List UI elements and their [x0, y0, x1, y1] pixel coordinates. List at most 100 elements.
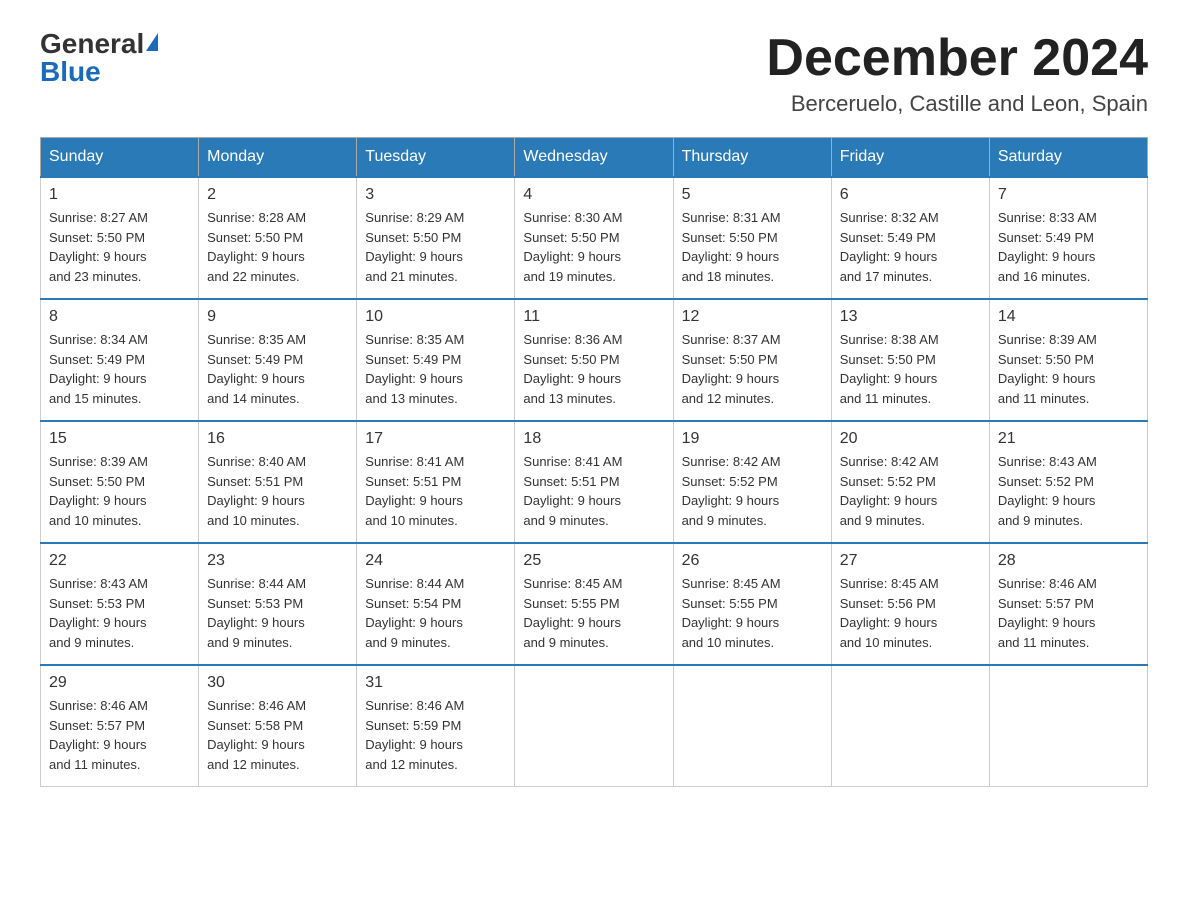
- day-info: Sunrise: 8:41 AM Sunset: 5:51 PM Dayligh…: [523, 452, 664, 530]
- calendar-cell: 20 Sunrise: 8:42 AM Sunset: 5:52 PM Dayl…: [831, 421, 989, 543]
- weekday-header-friday: Friday: [831, 138, 989, 178]
- calendar-week-row: 15 Sunrise: 8:39 AM Sunset: 5:50 PM Dayl…: [41, 421, 1148, 543]
- logo: General Blue: [40, 30, 158, 86]
- weekday-header-thursday: Thursday: [673, 138, 831, 178]
- day-number: 20: [840, 430, 981, 448]
- weekday-header-wednesday: Wednesday: [515, 138, 673, 178]
- calendar-cell: 2 Sunrise: 8:28 AM Sunset: 5:50 PM Dayli…: [199, 177, 357, 299]
- day-info: Sunrise: 8:29 AM Sunset: 5:50 PM Dayligh…: [365, 208, 506, 286]
- calendar-cell: [515, 665, 673, 787]
- location-subtitle: Berceruelo, Castille and Leon, Spain: [766, 91, 1148, 117]
- day-info: Sunrise: 8:35 AM Sunset: 5:49 PM Dayligh…: [207, 330, 348, 408]
- day-number: 22: [49, 552, 190, 570]
- day-number: 7: [998, 186, 1139, 204]
- day-info: Sunrise: 8:36 AM Sunset: 5:50 PM Dayligh…: [523, 330, 664, 408]
- day-info: Sunrise: 8:46 AM Sunset: 5:59 PM Dayligh…: [365, 696, 506, 774]
- day-number: 4: [523, 186, 664, 204]
- calendar-cell: [831, 665, 989, 787]
- day-number: 30: [207, 674, 348, 692]
- calendar-cell: 18 Sunrise: 8:41 AM Sunset: 5:51 PM Dayl…: [515, 421, 673, 543]
- day-info: Sunrise: 8:35 AM Sunset: 5:49 PM Dayligh…: [365, 330, 506, 408]
- day-number: 5: [682, 186, 823, 204]
- calendar-cell: 1 Sunrise: 8:27 AM Sunset: 5:50 PM Dayli…: [41, 177, 199, 299]
- day-info: Sunrise: 8:32 AM Sunset: 5:49 PM Dayligh…: [840, 208, 981, 286]
- day-number: 19: [682, 430, 823, 448]
- day-number: 28: [998, 552, 1139, 570]
- day-number: 25: [523, 552, 664, 570]
- calendar-cell: 19 Sunrise: 8:42 AM Sunset: 5:52 PM Dayl…: [673, 421, 831, 543]
- weekday-header-sunday: Sunday: [41, 138, 199, 178]
- logo-general-text: General: [40, 30, 144, 58]
- day-number: 3: [365, 186, 506, 204]
- calendar-cell: 25 Sunrise: 8:45 AM Sunset: 5:55 PM Dayl…: [515, 543, 673, 665]
- calendar-cell: 15 Sunrise: 8:39 AM Sunset: 5:50 PM Dayl…: [41, 421, 199, 543]
- day-number: 24: [365, 552, 506, 570]
- title-block: December 2024 Berceruelo, Castille and L…: [766, 30, 1148, 117]
- day-info: Sunrise: 8:42 AM Sunset: 5:52 PM Dayligh…: [840, 452, 981, 530]
- day-info: Sunrise: 8:33 AM Sunset: 5:49 PM Dayligh…: [998, 208, 1139, 286]
- day-number: 8: [49, 308, 190, 326]
- calendar-cell: 7 Sunrise: 8:33 AM Sunset: 5:49 PM Dayli…: [989, 177, 1147, 299]
- calendar-cell: 5 Sunrise: 8:31 AM Sunset: 5:50 PM Dayli…: [673, 177, 831, 299]
- day-info: Sunrise: 8:28 AM Sunset: 5:50 PM Dayligh…: [207, 208, 348, 286]
- day-number: 17: [365, 430, 506, 448]
- calendar-cell: 17 Sunrise: 8:41 AM Sunset: 5:51 PM Dayl…: [357, 421, 515, 543]
- day-info: Sunrise: 8:31 AM Sunset: 5:50 PM Dayligh…: [682, 208, 823, 286]
- day-info: Sunrise: 8:45 AM Sunset: 5:55 PM Dayligh…: [682, 574, 823, 652]
- calendar-cell: 8 Sunrise: 8:34 AM Sunset: 5:49 PM Dayli…: [41, 299, 199, 421]
- day-number: 18: [523, 430, 664, 448]
- day-number: 14: [998, 308, 1139, 326]
- calendar-week-row: 1 Sunrise: 8:27 AM Sunset: 5:50 PM Dayli…: [41, 177, 1148, 299]
- logo-triangle-icon: [146, 33, 158, 51]
- day-info: Sunrise: 8:39 AM Sunset: 5:50 PM Dayligh…: [998, 330, 1139, 408]
- calendar-week-row: 22 Sunrise: 8:43 AM Sunset: 5:53 PM Dayl…: [41, 543, 1148, 665]
- month-title: December 2024: [766, 30, 1148, 87]
- day-info: Sunrise: 8:45 AM Sunset: 5:55 PM Dayligh…: [523, 574, 664, 652]
- calendar-cell: 14 Sunrise: 8:39 AM Sunset: 5:50 PM Dayl…: [989, 299, 1147, 421]
- page-header: General Blue December 2024 Berceruelo, C…: [40, 30, 1148, 117]
- day-number: 27: [840, 552, 981, 570]
- calendar-cell: [673, 665, 831, 787]
- calendar-week-row: 8 Sunrise: 8:34 AM Sunset: 5:49 PM Dayli…: [41, 299, 1148, 421]
- calendar-cell: 29 Sunrise: 8:46 AM Sunset: 5:57 PM Dayl…: [41, 665, 199, 787]
- day-number: 1: [49, 186, 190, 204]
- day-info: Sunrise: 8:43 AM Sunset: 5:52 PM Dayligh…: [998, 452, 1139, 530]
- weekday-header-row: SundayMondayTuesdayWednesdayThursdayFrid…: [41, 138, 1148, 178]
- day-info: Sunrise: 8:30 AM Sunset: 5:50 PM Dayligh…: [523, 208, 664, 286]
- day-number: 12: [682, 308, 823, 326]
- calendar-cell: 12 Sunrise: 8:37 AM Sunset: 5:50 PM Dayl…: [673, 299, 831, 421]
- day-number: 29: [49, 674, 190, 692]
- calendar-cell: 10 Sunrise: 8:35 AM Sunset: 5:49 PM Dayl…: [357, 299, 515, 421]
- calendar-cell: 21 Sunrise: 8:43 AM Sunset: 5:52 PM Dayl…: [989, 421, 1147, 543]
- weekday-header-monday: Monday: [199, 138, 357, 178]
- calendar-cell: 13 Sunrise: 8:38 AM Sunset: 5:50 PM Dayl…: [831, 299, 989, 421]
- calendar-cell: 28 Sunrise: 8:46 AM Sunset: 5:57 PM Dayl…: [989, 543, 1147, 665]
- day-info: Sunrise: 8:46 AM Sunset: 5:58 PM Dayligh…: [207, 696, 348, 774]
- day-number: 13: [840, 308, 981, 326]
- calendar-cell: 31 Sunrise: 8:46 AM Sunset: 5:59 PM Dayl…: [357, 665, 515, 787]
- calendar-cell: 9 Sunrise: 8:35 AM Sunset: 5:49 PM Dayli…: [199, 299, 357, 421]
- calendar-cell: [989, 665, 1147, 787]
- day-number: 21: [998, 430, 1139, 448]
- day-number: 9: [207, 308, 348, 326]
- day-number: 10: [365, 308, 506, 326]
- calendar-cell: 22 Sunrise: 8:43 AM Sunset: 5:53 PM Dayl…: [41, 543, 199, 665]
- day-info: Sunrise: 8:34 AM Sunset: 5:49 PM Dayligh…: [49, 330, 190, 408]
- day-number: 26: [682, 552, 823, 570]
- day-info: Sunrise: 8:45 AM Sunset: 5:56 PM Dayligh…: [840, 574, 981, 652]
- day-number: 15: [49, 430, 190, 448]
- day-info: Sunrise: 8:43 AM Sunset: 5:53 PM Dayligh…: [49, 574, 190, 652]
- weekday-header-saturday: Saturday: [989, 138, 1147, 178]
- weekday-header-tuesday: Tuesday: [357, 138, 515, 178]
- calendar-cell: 4 Sunrise: 8:30 AM Sunset: 5:50 PM Dayli…: [515, 177, 673, 299]
- day-number: 11: [523, 308, 664, 326]
- calendar-cell: 3 Sunrise: 8:29 AM Sunset: 5:50 PM Dayli…: [357, 177, 515, 299]
- day-number: 16: [207, 430, 348, 448]
- day-info: Sunrise: 8:44 AM Sunset: 5:53 PM Dayligh…: [207, 574, 348, 652]
- logo-blue-text: Blue: [40, 58, 101, 86]
- day-info: Sunrise: 8:46 AM Sunset: 5:57 PM Dayligh…: [998, 574, 1139, 652]
- day-info: Sunrise: 8:40 AM Sunset: 5:51 PM Dayligh…: [207, 452, 348, 530]
- day-number: 23: [207, 552, 348, 570]
- calendar-cell: 24 Sunrise: 8:44 AM Sunset: 5:54 PM Dayl…: [357, 543, 515, 665]
- calendar-table: SundayMondayTuesdayWednesdayThursdayFrid…: [40, 137, 1148, 787]
